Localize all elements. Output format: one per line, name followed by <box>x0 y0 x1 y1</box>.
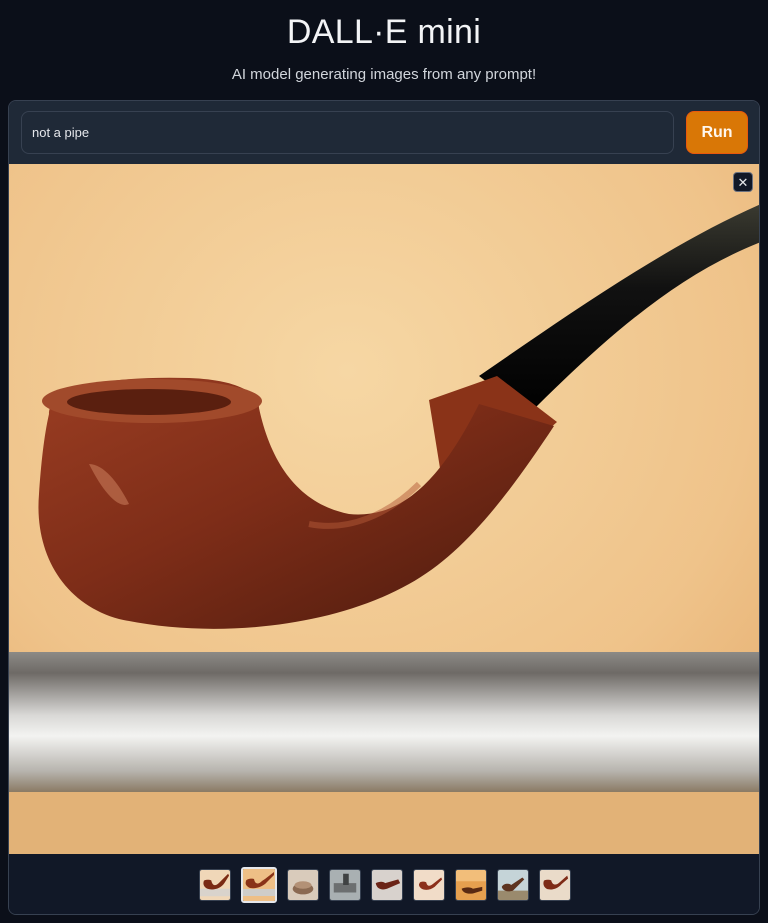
thumbnail-image <box>200 870 230 900</box>
generator-panel: Run <box>8 100 760 915</box>
thumbnail-image <box>540 870 570 900</box>
page-title: DALL·E mini <box>286 13 482 51</box>
thumbnail-9[interactable] <box>539 869 571 901</box>
thumbnail-7[interactable] <box>455 869 487 901</box>
prompt-row: Run <box>9 101 759 164</box>
prompt-input[interactable] <box>21 111 674 154</box>
close-icon: ✕ <box>737 174 749 190</box>
pipe-image <box>9 164 759 854</box>
app-header: DALL·E mini AI model generating images f… <box>0 0 768 100</box>
thumbnail-strip <box>9 854 759 914</box>
thumbnail-4[interactable] <box>329 869 361 901</box>
thumbnail-image <box>243 869 275 901</box>
thumbnail-image <box>498 870 528 900</box>
page-subtitle: AI model generating images from any prom… <box>231 66 537 83</box>
thumbnail-3[interactable] <box>287 869 319 901</box>
thumbnail-image <box>288 870 318 900</box>
thumbnail-5[interactable] <box>371 869 403 901</box>
thumbnail-image <box>414 870 444 900</box>
thumbnail-image <box>456 870 486 900</box>
run-button[interactable]: Run <box>686 111 748 154</box>
close-preview-button[interactable]: ✕ <box>733 172 753 192</box>
thumbnail-image <box>372 870 402 900</box>
thumbnail-image <box>330 870 360 900</box>
generated-image-preview[interactable]: ✕ <box>9 164 759 854</box>
thumbnail-1[interactable] <box>199 869 231 901</box>
thumbnail-8[interactable] <box>497 869 529 901</box>
thumbnail-2[interactable] <box>241 867 277 903</box>
thumbnail-6[interactable] <box>413 869 445 901</box>
